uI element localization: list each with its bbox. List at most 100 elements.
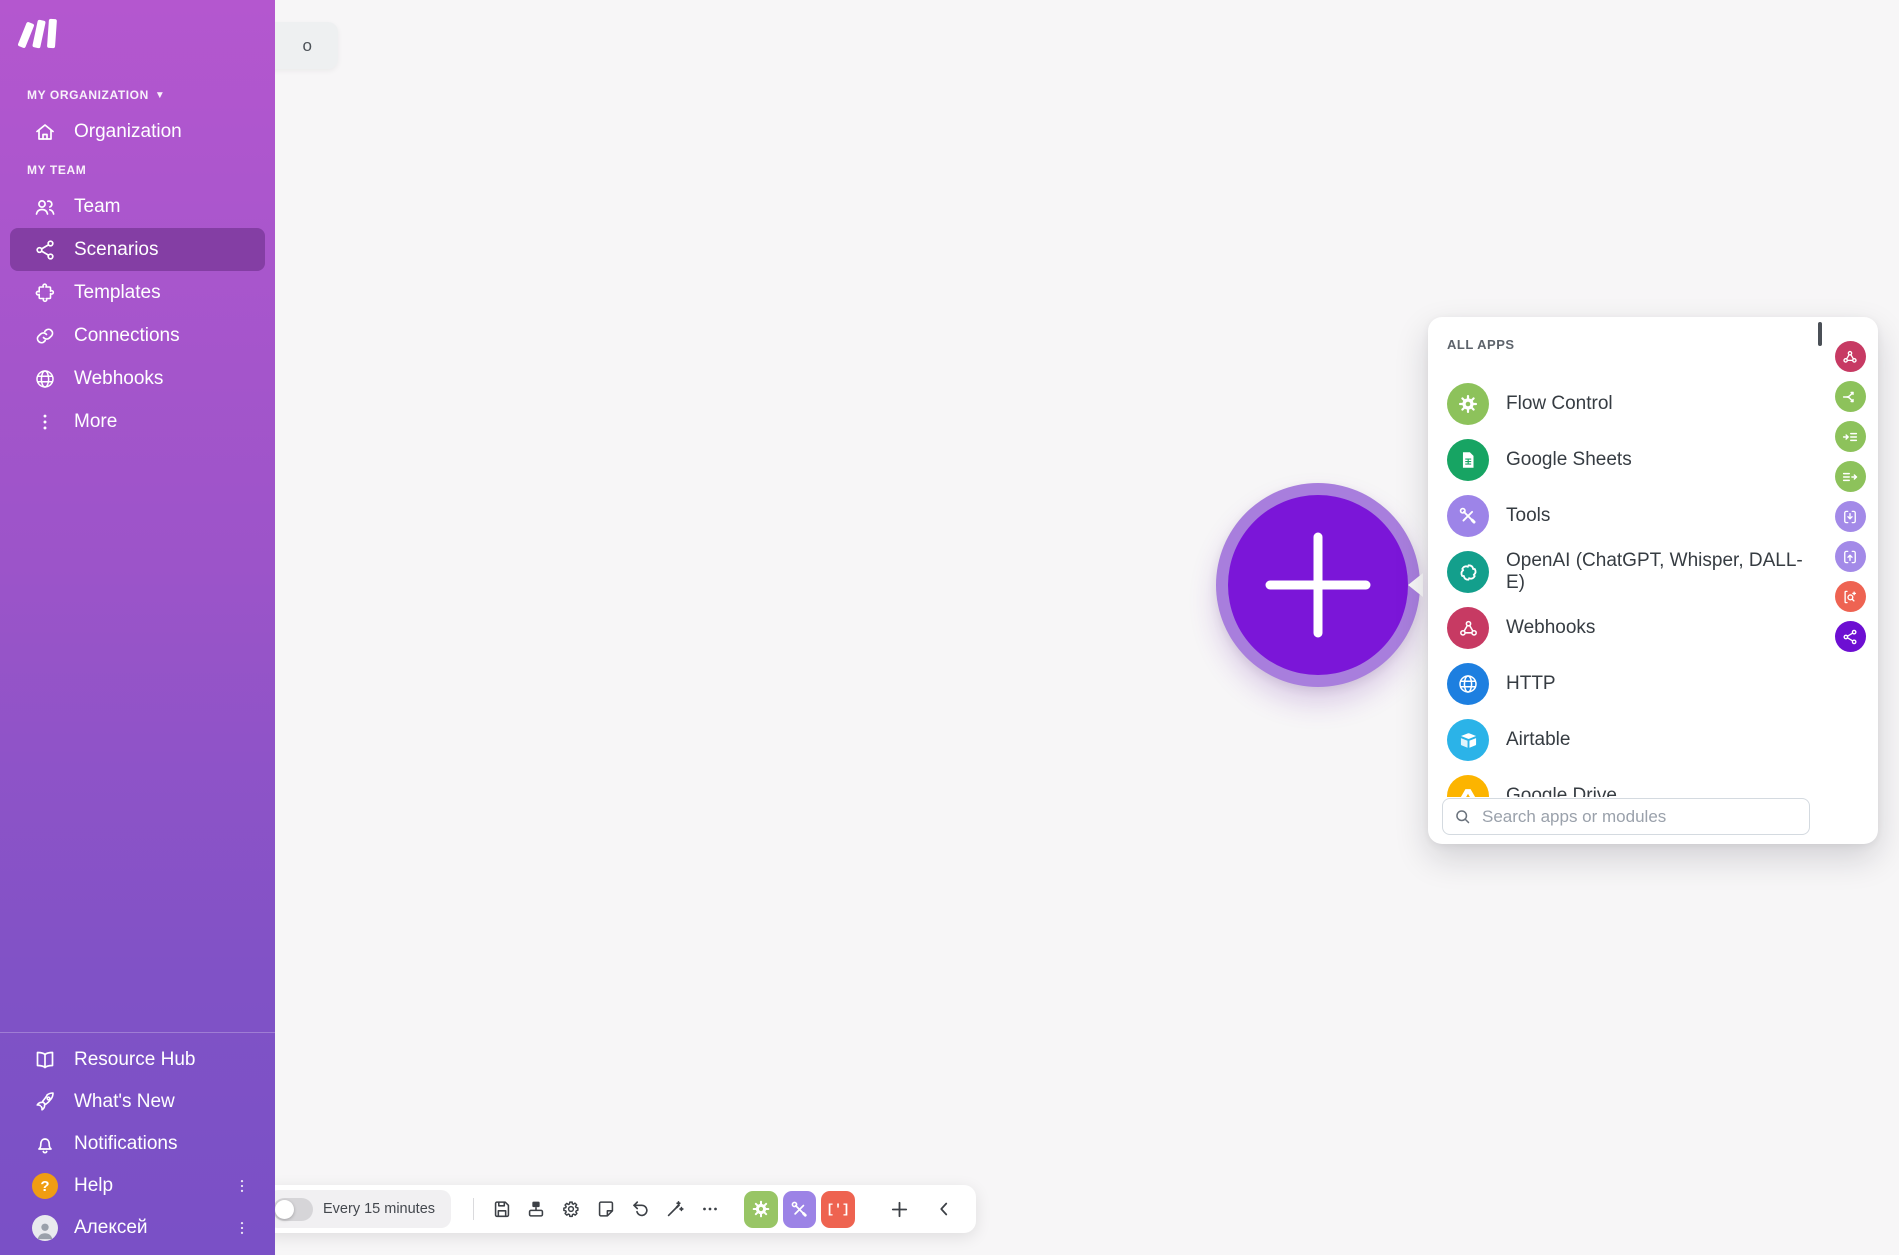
iterator-icon[interactable]: [1835, 421, 1866, 452]
align-modules-button[interactable]: [521, 1192, 553, 1227]
module-picker-panel: ALL APPS Flow Control: [1428, 317, 1878, 844]
sidebar-item-more[interactable]: More: [10, 400, 265, 443]
user-menu-button[interactable]: [233, 1219, 251, 1237]
undo-button[interactable]: [625, 1192, 657, 1227]
sidebar-item-label: Templates: [74, 282, 161, 304]
sidebar-item-team[interactable]: Team: [10, 185, 265, 228]
app-label: Tools: [1506, 505, 1550, 527]
sidebar-item-templates[interactable]: Templates: [10, 271, 265, 314]
app-row-google-sheets[interactable]: Google Sheets: [1447, 432, 1820, 488]
app-label: HTTP: [1506, 673, 1556, 695]
search-input[interactable]: [1480, 806, 1799, 828]
settings-button[interactable]: [555, 1192, 587, 1227]
flow-control-icon: [1447, 383, 1489, 425]
app-label: Google Drive: [1506, 785, 1617, 797]
sidebar-item-label: More: [74, 411, 117, 433]
help-menu-button[interactable]: [233, 1177, 251, 1195]
tools-button[interactable]: [783, 1191, 816, 1228]
google-sheets-icon: [1447, 439, 1489, 481]
team-icon: [32, 194, 58, 220]
app-label: OpenAI (ChatGPT, Whisper, DALL-E): [1506, 550, 1820, 594]
sidebar-item-label: Webhooks: [74, 368, 163, 390]
plus-icon: [1258, 525, 1378, 645]
bell-icon: [32, 1131, 58, 1157]
sidebar-item-label: Notifications: [74, 1133, 178, 1155]
app-row-google-drive[interactable]: Google Drive: [1447, 768, 1820, 797]
app-row-webhooks[interactable]: Webhooks: [1447, 600, 1820, 656]
puzzle-icon: [32, 280, 58, 306]
magic-wand-button[interactable]: [659, 1192, 691, 1227]
collapse-toolbar-button[interactable]: [928, 1192, 960, 1227]
save-button[interactable]: [486, 1192, 518, 1227]
schedule-interval-label[interactable]: Every 15 minutes: [323, 1201, 435, 1217]
app-label: Webhooks: [1506, 617, 1595, 639]
add-module-button[interactable]: [1216, 483, 1420, 687]
share-network-icon[interactable]: [1835, 621, 1866, 652]
text-parser-icon[interactable]: [1835, 581, 1866, 612]
scheduling-toggle[interactable]: [273, 1198, 313, 1221]
sidebar-item-label: What's New: [74, 1091, 175, 1113]
home-icon: [32, 119, 58, 145]
notes-button[interactable]: [590, 1192, 622, 1227]
tools-icon: [789, 1199, 810, 1220]
search-icon: [1453, 807, 1472, 826]
app-row-airtable[interactable]: Airtable: [1447, 712, 1820, 768]
text-parser-glyph: [']: [826, 1202, 849, 1217]
globe-icon: [1447, 663, 1489, 705]
sidebar-item-label: Resource Hub: [74, 1049, 195, 1071]
question-badge-icon: ?: [32, 1173, 58, 1199]
app-row-flow-control[interactable]: Flow Control: [1447, 376, 1820, 432]
sidebar-item-scenarios[interactable]: Scenarios: [10, 228, 265, 271]
webhook-icon[interactable]: [1835, 341, 1866, 372]
sidebar-item-organization[interactable]: Organization: [10, 110, 265, 153]
picker-header: ALL APPS: [1447, 337, 1515, 352]
toolbar-divider: [473, 1198, 474, 1220]
aggregator-icon[interactable]: [1835, 461, 1866, 492]
more-options-button[interactable]: [694, 1192, 726, 1227]
sidebar-item-connections[interactable]: Connections: [10, 314, 265, 357]
sidebar-item-user[interactable]: Алексей: [10, 1207, 265, 1249]
rocket-icon: [32, 1089, 58, 1115]
tools-icon: [1447, 495, 1489, 537]
add-module-toolbar-button[interactable]: [884, 1192, 916, 1227]
sidebar-item-whats-new[interactable]: What's New: [10, 1081, 265, 1123]
sidebar-divider: [0, 1032, 275, 1033]
google-drive-icon: [1447, 775, 1489, 797]
make-logo: [18, 16, 64, 52]
app-row-openai[interactable]: OpenAI (ChatGPT, Whisper, DALL-E): [1447, 544, 1820, 600]
sidebar-item-webhooks[interactable]: Webhooks: [10, 357, 265, 400]
sidebar-item-label: Connections: [74, 325, 180, 347]
sidebar-item-label: Team: [74, 196, 120, 218]
router-icon[interactable]: [1835, 381, 1866, 412]
add-module-pointer-notch: [1408, 573, 1423, 597]
module-input-icon[interactable]: [1835, 501, 1866, 532]
module-output-icon[interactable]: [1835, 541, 1866, 572]
dots-vertical-icon: [32, 409, 58, 435]
organization-label: MY ORGANIZATION: [27, 88, 149, 102]
organization-switcher[interactable]: MY ORGANIZATION ▼: [0, 78, 275, 110]
webhook-icon: [1447, 607, 1489, 649]
sidebar-item-label: Scenarios: [74, 239, 159, 261]
app-label: Google Sheets: [1506, 449, 1632, 471]
sidebar-item-label: Алексей: [74, 1217, 148, 1239]
sidebar: MY ORGANIZATION ▼ Organization MY TEAM T…: [0, 0, 275, 1255]
globe-icon: [32, 366, 58, 392]
book-icon: [32, 1047, 58, 1073]
app-search[interactable]: [1442, 798, 1810, 835]
app-list: Flow Control Google Sheets Tools: [1428, 376, 1820, 797]
sidebar-item-resource-hub[interactable]: Resource Hub: [10, 1039, 265, 1081]
app-row-tools[interactable]: Tools: [1447, 488, 1820, 544]
app-row-http[interactable]: HTTP: [1447, 656, 1820, 712]
sidebar-item-notifications[interactable]: Notifications: [10, 1123, 265, 1165]
scenario-toolbar: Every 15 minutes: [262, 1185, 976, 1233]
team-section-label: MY TEAM: [0, 153, 275, 185]
sidebar-item-help[interactable]: ? Help: [10, 1165, 265, 1207]
scenario-name-text: o: [303, 36, 312, 56]
sidebar-item-label: Help: [74, 1175, 113, 1197]
link-icon: [32, 323, 58, 349]
flow-control-button[interactable]: [744, 1191, 777, 1228]
text-parser-button[interactable]: [']: [821, 1191, 854, 1228]
favorites-rail: [1822, 341, 1878, 652]
add-module-inner: [1228, 495, 1408, 675]
scheduling-box: Every 15 minutes: [268, 1190, 451, 1228]
